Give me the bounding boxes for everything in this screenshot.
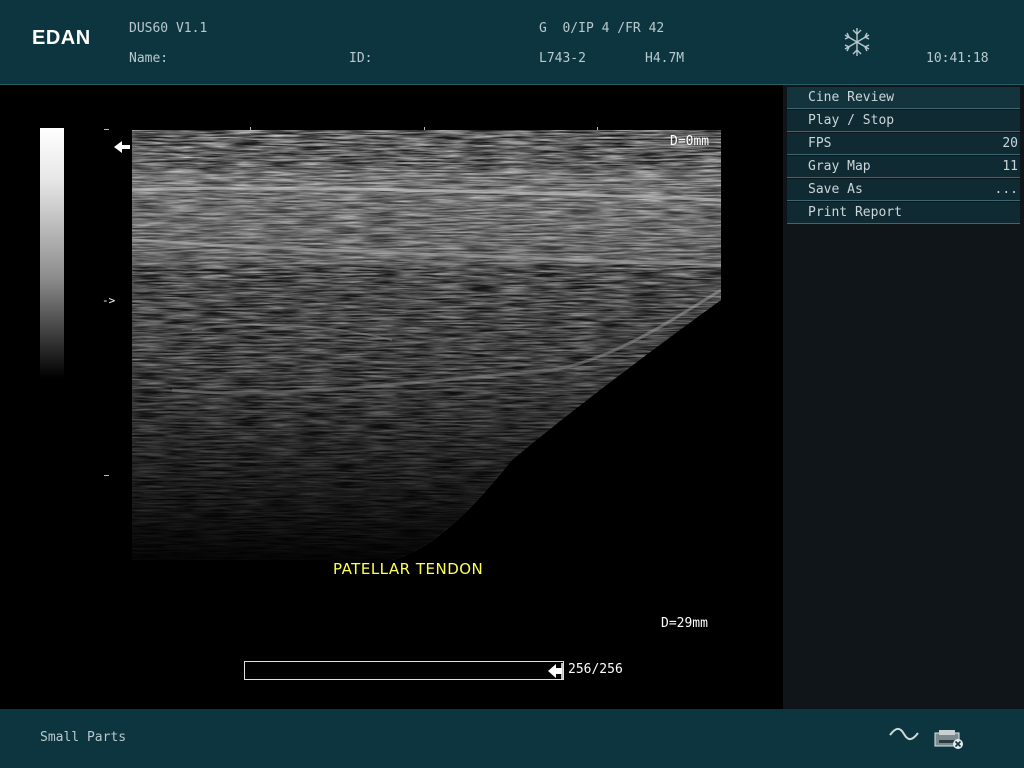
header-bar: EDAN DUS60 V1.1 Name: ID: G 0/IP 4 /FR 4… (0, 0, 1024, 85)
depth-tick (104, 475, 109, 476)
grayscale-bar (40, 128, 64, 378)
fps-value: 20 (1002, 136, 1018, 151)
exam-mode-label: Small Parts (40, 730, 127, 745)
orientation-arrow-icon (114, 141, 130, 153)
clock-time: 10:41:18 (926, 51, 989, 66)
menu-item-gray-map[interactable]: Gray Map 11 (787, 156, 1020, 178)
depth-bottom-label: D=29mm (661, 616, 708, 631)
save-as-ellipsis: ... (994, 182, 1018, 197)
wave-icon (889, 727, 919, 741)
depth-top-label: D=0mm (670, 134, 710, 149)
patient-name-label[interactable]: Name: (129, 51, 168, 66)
patient-id-label[interactable]: ID: (349, 51, 372, 66)
cine-progress-bar[interactable] (244, 661, 564, 680)
probe-model: L743-2 (539, 51, 586, 66)
menu-item-play-stop[interactable]: Play / Stop (787, 110, 1020, 132)
ultrasound-scan (132, 130, 721, 560)
brand-logo: EDAN (32, 27, 91, 49)
gain-info: G 0/IP 4 /FR 42 (539, 21, 665, 36)
gray-map-value: 11 (1002, 159, 1018, 174)
menu-item-cine-review[interactable]: Cine Review (787, 87, 1020, 109)
cine-review-menu: Cine Review Play / Stop FPS 20 Gray Map … (787, 87, 1020, 225)
printer-icon[interactable] (933, 728, 967, 750)
cine-frame-counter: 256/256 (568, 662, 623, 677)
frequency-info: H4.7M (645, 51, 685, 66)
focus-marker: -> (102, 294, 116, 307)
menu-item-print-report[interactable]: Print Report (787, 202, 1020, 224)
cine-slider-arrow-icon[interactable] (546, 662, 564, 680)
model-version: DUS60 V1.1 (129, 21, 208, 36)
footer-bar: Small Parts (0, 709, 1024, 768)
menu-item-save-as[interactable]: Save As ... (787, 179, 1020, 201)
depth-tick (104, 129, 109, 130)
annotation-text[interactable]: PATELLAR TENDON (333, 560, 483, 578)
menu-item-fps[interactable]: FPS 20 (787, 133, 1020, 155)
snowflake-icon (844, 28, 870, 56)
